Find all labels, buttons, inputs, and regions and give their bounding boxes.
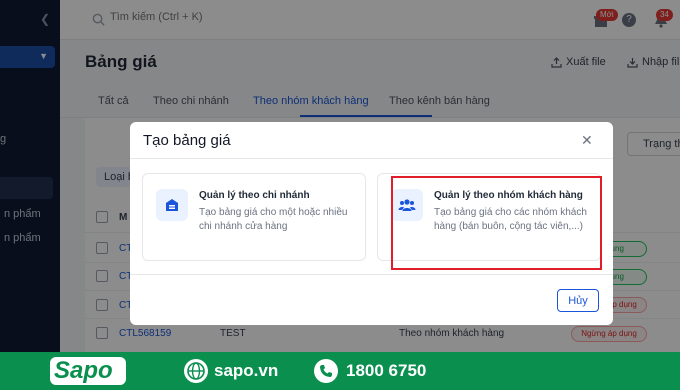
modal-title: Tạo bảng giá — [143, 132, 231, 149]
modal-footer-divider — [130, 274, 613, 275]
sapo-banner: Sapo sapo.vn 1800 6750 — [0, 352, 680, 390]
highlight-annotation — [391, 176, 602, 270]
cancel-button[interactable]: Hủy — [557, 289, 599, 312]
sapo-logo: Sapo — [54, 357, 113, 384]
close-icon[interactable]: ✕ — [581, 132, 593, 149]
branch-option-description: Tạo bảng giá cho một hoặc nhiều chi nhán… — [199, 207, 348, 232]
phone-icon — [314, 359, 338, 383]
store-icon — [156, 189, 188, 221]
hotline-text: 1800 6750 — [346, 361, 427, 380]
branch-option-card[interactable]: Quản lý theo chi nhánh Tạo bảng giá cho … — [142, 173, 366, 261]
modal-header-divider — [130, 158, 613, 159]
globe-icon — [184, 359, 208, 383]
branch-option-title: Quản lý theo chi nhánh — [199, 190, 310, 201]
website-text: sapo.vn — [214, 361, 279, 380]
